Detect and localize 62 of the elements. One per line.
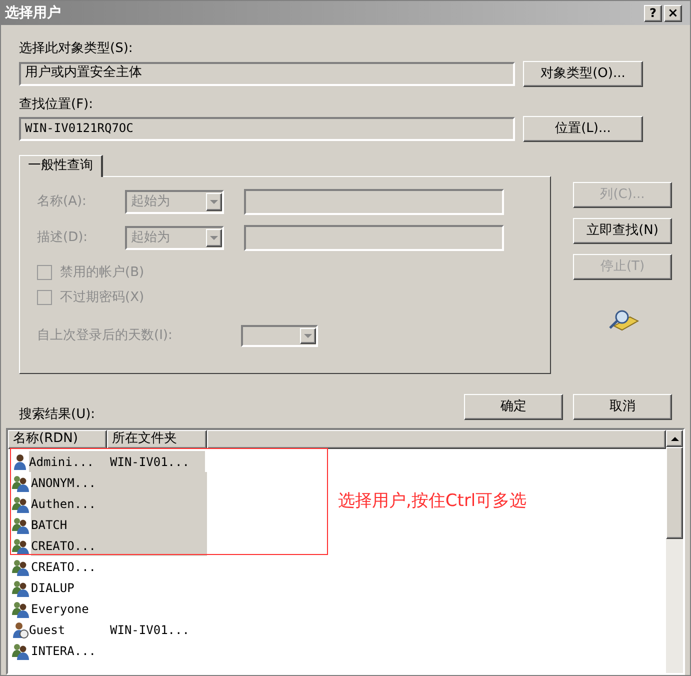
result-row[interactable]: Guest WIN-IV01...: [29, 619, 205, 640]
users-icon: [11, 536, 31, 554]
users-icon: [11, 578, 31, 596]
name-cell-text: Everyone: [31, 600, 90, 618]
user-icon: [11, 452, 29, 470]
field-label: 名称(A):: [37, 193, 88, 212]
name-cell-text: DIALUP: [31, 580, 76, 596]
name-cell-text: ANONYM...: [31, 474, 98, 492]
dialog-button[interactable]: 位置(L)...: [523, 116, 643, 142]
caret-icon: [304, 334, 312, 338]
column-header[interactable]: 所在文件夹: [107, 430, 207, 449]
text-field[interactable]: [244, 189, 504, 215]
users-icon: [11, 494, 31, 512]
location-field[interactable]: WIN-IV0121RQ7OC: [19, 117, 515, 141]
name-cell-text: CREATO...: [31, 538, 98, 554]
result-row[interactable]: ANONYM...: [31, 472, 207, 493]
dialog-button[interactable]: 取消: [573, 394, 672, 420]
close-button[interactable]: ×: [664, 4, 682, 22]
users-icon: [11, 474, 31, 492]
field-label: 查找位置(F):: [19, 96, 94, 114]
name-cell-text: INTERA...: [31, 642, 98, 660]
annotation-text: 选择用户,按住Ctrl可多选: [338, 490, 527, 513]
result-row[interactable]: DIALUP: [31, 577, 207, 598]
result-row[interactable]: Admini... WIN-IV01...: [29, 451, 205, 472]
column-header[interactable]: 名称(RDN): [8, 430, 107, 449]
dialog-button[interactable]: 确定: [464, 394, 563, 420]
caret-icon: [210, 200, 218, 204]
checkbox-label: 禁用的帐户(B): [60, 264, 144, 282]
dialog-button[interactable]: 立即查找(N): [573, 218, 672, 244]
result-row[interactable]: Authen...: [31, 493, 207, 514]
result-row[interactable]: INTERA...: [31, 640, 207, 661]
checkbox-label: 不过期密码(X): [60, 288, 144, 306]
name-cell-text: Authen...: [31, 496, 98, 512]
users-icon: [11, 642, 31, 660]
up-arrow-icon: [670, 436, 678, 440]
tab[interactable]: 一般性查询: [19, 155, 103, 177]
field-label: 选择此对象类型(S):: [19, 40, 134, 58]
window-title: 选择用户: [5, 4, 62, 22]
result-row[interactable]: BATCH: [31, 514, 207, 535]
folder-cell-text: WIN-IV01...: [110, 622, 190, 638]
object-type-field[interactable]: 用户或内置安全主体: [19, 62, 515, 86]
name-cell-text: Guest: [29, 622, 66, 638]
field-label: 描述(D):: [37, 229, 89, 248]
results-label: 搜索结果(U):: [19, 406, 96, 424]
scrollbar[interactable]: [666, 430, 683, 673]
dropdown[interactable]: [241, 325, 318, 347]
result-row[interactable]: CREATO...: [31, 556, 207, 577]
name-cell-text: BATCH: [31, 516, 68, 534]
help-button[interactable]: ?: [644, 4, 662, 22]
folder-cell-text: WIN-IV01...: [110, 454, 190, 470]
name-cell-text: CREATO...: [31, 558, 98, 576]
text-field[interactable]: [244, 225, 504, 251]
users-icon: [11, 558, 31, 576]
result-row[interactable]: Everyone: [31, 598, 207, 619]
dialog-button[interactable]: 对象类型(O)...: [523, 60, 643, 86]
users-icon: [11, 516, 31, 534]
caret-icon: [210, 236, 218, 240]
users-icon: [11, 600, 31, 618]
result-row[interactable]: CREATO...: [31, 535, 207, 556]
field-label: 自上次登录后的天数(I):: [37, 327, 174, 346]
user-icon: [11, 620, 29, 638]
name-cell-text: Admini...: [29, 454, 96, 470]
